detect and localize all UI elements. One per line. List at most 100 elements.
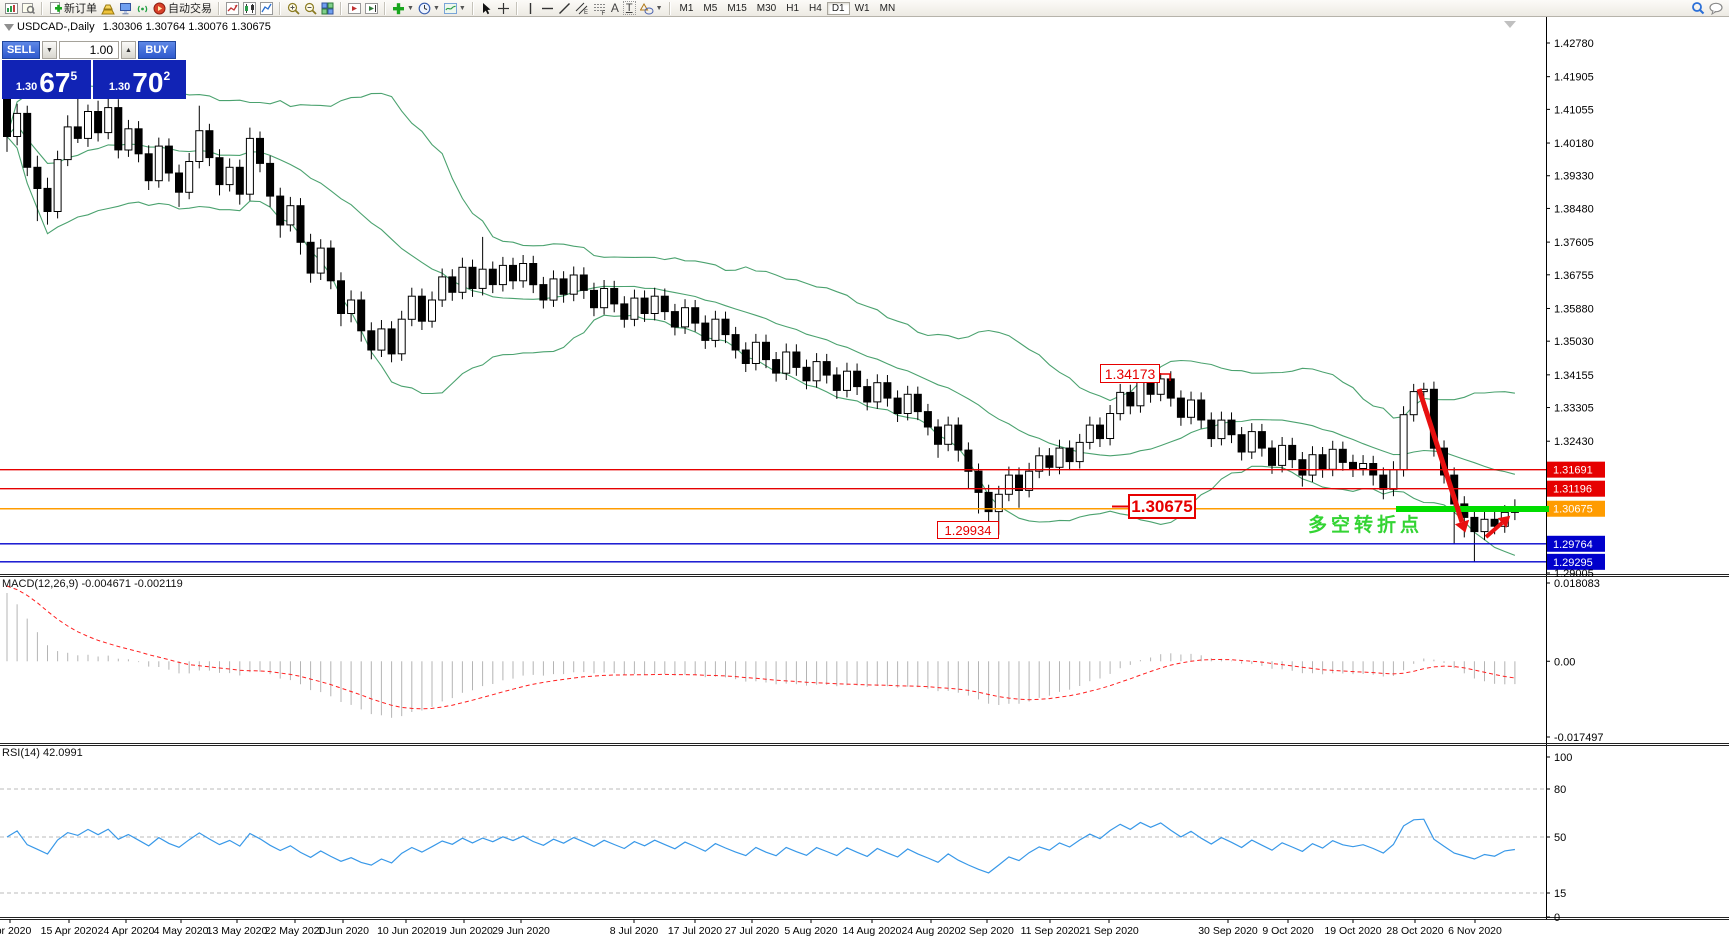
- indicator-bars-button[interactable]: [224, 1, 241, 16]
- hline-tool-button[interactable]: [539, 1, 556, 16]
- svg-text:29 Jun 2020: 29 Jun 2020: [492, 925, 550, 937]
- chart-shift-marker-icon[interactable]: [1504, 21, 1516, 28]
- autotrading-label: 自动交易: [168, 3, 212, 15]
- trendline-tool-button[interactable]: [556, 1, 573, 16]
- rsi-indicator: [0, 788, 1546, 894]
- horizontal-line-icon: [541, 2, 554, 15]
- zoom-in-button[interactable]: [285, 1, 302, 16]
- timeframe-m30-button[interactable]: M30: [752, 2, 781, 15]
- svg-text:10 Jun 2020: 10 Jun 2020: [377, 925, 435, 937]
- svg-text:1.31196: 1.31196: [1553, 484, 1592, 496]
- chart-canvas: 1.316911.311961.306751.297641.292951.427…: [0, 17, 1729, 937]
- timeframe-m15-button[interactable]: M15: [722, 2, 751, 15]
- bollinger-bands: [6, 80, 1516, 556]
- svg-text:13 May 2020: 13 May 2020: [207, 925, 268, 937]
- svg-text:1.38480: 1.38480: [1554, 203, 1594, 215]
- timeframe-m5-button[interactable]: M5: [698, 2, 722, 15]
- sell-price[interactable]: 1.30 67 5: [2, 60, 91, 99]
- new-order-button[interactable]: 新订单: [47, 1, 99, 16]
- toolbar-separator: [471, 1, 474, 15]
- chevron-down-icon: ▼: [432, 4, 440, 12]
- data-window-button[interactable]: [20, 1, 37, 16]
- svg-text:F: F: [601, 11, 605, 15]
- sell-price-prefix: 1.30: [15, 81, 38, 93]
- zoom-out-button[interactable]: [302, 1, 319, 16]
- candle-chart-icon: [243, 1, 256, 15]
- timeframe-h1-button[interactable]: H1: [781, 2, 804, 15]
- green-plus-icon: [392, 2, 405, 15]
- indicator-candles-button[interactable]: [241, 1, 258, 16]
- timeframe-w1-button[interactable]: W1: [850, 2, 875, 15]
- svg-text:30 Sep 2020: 30 Sep 2020: [1198, 925, 1258, 937]
- fibonacci-icon: F: [593, 2, 607, 15]
- autotrading-icon: [153, 2, 166, 15]
- toolbar-separator: [340, 1, 342, 15]
- new-chart-button[interactable]: [3, 1, 20, 16]
- auto-scroll-button[interactable]: [363, 1, 380, 16]
- rsi-label: RSI(14) 42.0991: [2, 747, 83, 759]
- svg-text:80: 80: [1554, 784, 1566, 796]
- buy-price[interactable]: 1.30 70 2: [93, 60, 186, 99]
- timeframe-mn-button[interactable]: MN: [875, 2, 901, 15]
- timeframe-h4-button[interactable]: H4: [804, 2, 827, 15]
- clock-icon: [418, 2, 431, 15]
- channel-tool-button[interactable]: E: [573, 1, 591, 16]
- line-chart-icon: [260, 1, 273, 15]
- svg-text:11 Sep 2020: 11 Sep 2020: [1021, 925, 1080, 937]
- buy-price-sup: 2: [163, 69, 171, 83]
- cursor-tool-button[interactable]: [478, 1, 495, 16]
- sell-price-big: 67: [39, 67, 71, 98]
- history-center-button[interactable]: [99, 1, 117, 16]
- signals-button[interactable]: [134, 1, 151, 16]
- toolbar-separator: [384, 1, 386, 15]
- ohlc-values: 1.30306 1.30764 1.30076 1.30675: [102, 21, 271, 33]
- svg-text:1.35030: 1.35030: [1554, 336, 1594, 348]
- shapes-tool-button[interactable]: ▼: [638, 1, 665, 16]
- chart-shift-button[interactable]: [346, 1, 363, 16]
- svg-text:0.00: 0.00: [1554, 656, 1575, 668]
- svg-text:0: 0: [1554, 912, 1560, 924]
- text-tool-button[interactable]: A: [609, 1, 621, 16]
- volume-down-button[interactable]: ▼: [42, 41, 57, 59]
- chat-button[interactable]: [1707, 1, 1726, 16]
- svg-text:1.31691: 1.31691: [1553, 465, 1593, 477]
- main-toolbar: 新订单 自动交易 ▼ ▼ ▼ E F A T ▼ M1 M5 M15 M30 H…: [0, 0, 1729, 17]
- volume-input[interactable]: 1.00: [59, 41, 119, 59]
- shapes-icon: [639, 2, 654, 15]
- period-button[interactable]: ▼: [416, 1, 442, 16]
- sell-button[interactable]: SELL: [2, 41, 40, 59]
- template-button[interactable]: ▼: [442, 1, 468, 16]
- terminal-button[interactable]: [117, 1, 134, 16]
- svg-text:15: 15: [1554, 888, 1566, 900]
- svg-text:8 Jul 2020: 8 Jul 2020: [610, 925, 659, 937]
- volume-up-button[interactable]: ▲: [121, 41, 136, 59]
- one-click-collapse-icon[interactable]: [4, 24, 14, 31]
- vline-tool-button[interactable]: [522, 1, 539, 16]
- autotrading-button[interactable]: 自动交易: [151, 1, 214, 16]
- buy-button[interactable]: BUY: [138, 41, 176, 59]
- indicator-line-button[interactable]: [258, 1, 275, 16]
- svg-text:14 Aug 2020: 14 Aug 2020: [843, 925, 902, 937]
- svg-text:9 Oct 2020: 9 Oct 2020: [1262, 925, 1314, 937]
- search-icon: [1691, 1, 1705, 15]
- svg-text:21 Sep 2020: 21 Sep 2020: [1079, 925, 1139, 937]
- macd-indicator: [6, 585, 1516, 718]
- svg-text:1.41905: 1.41905: [1554, 72, 1594, 84]
- tile-windows-button[interactable]: [319, 1, 336, 16]
- zoom-out-icon: [304, 2, 317, 15]
- timeframe-m1-button[interactable]: M1: [675, 2, 699, 15]
- template-icon: [443, 2, 457, 15]
- label-tool-button[interactable]: T: [621, 1, 638, 16]
- svg-text:1.29764: 1.29764: [1553, 539, 1593, 551]
- trendline-icon: [558, 2, 571, 15]
- add-indicator-button[interactable]: ▼: [390, 1, 416, 16]
- timeframe-d1-button[interactable]: D1: [826, 1, 850, 15]
- crosshair-tool-button[interactable]: [495, 1, 512, 16]
- svg-text:100: 100: [1554, 752, 1572, 764]
- svg-text:-0.017497: -0.017497: [1554, 732, 1604, 744]
- svg-text:15 Apr 2020: 15 Apr 2020: [41, 925, 98, 937]
- monitor-icon: [119, 2, 132, 15]
- search-button[interactable]: [1689, 1, 1707, 16]
- fibonacci-tool-button[interactable]: F: [591, 1, 609, 16]
- svg-text:50: 50: [1554, 832, 1566, 844]
